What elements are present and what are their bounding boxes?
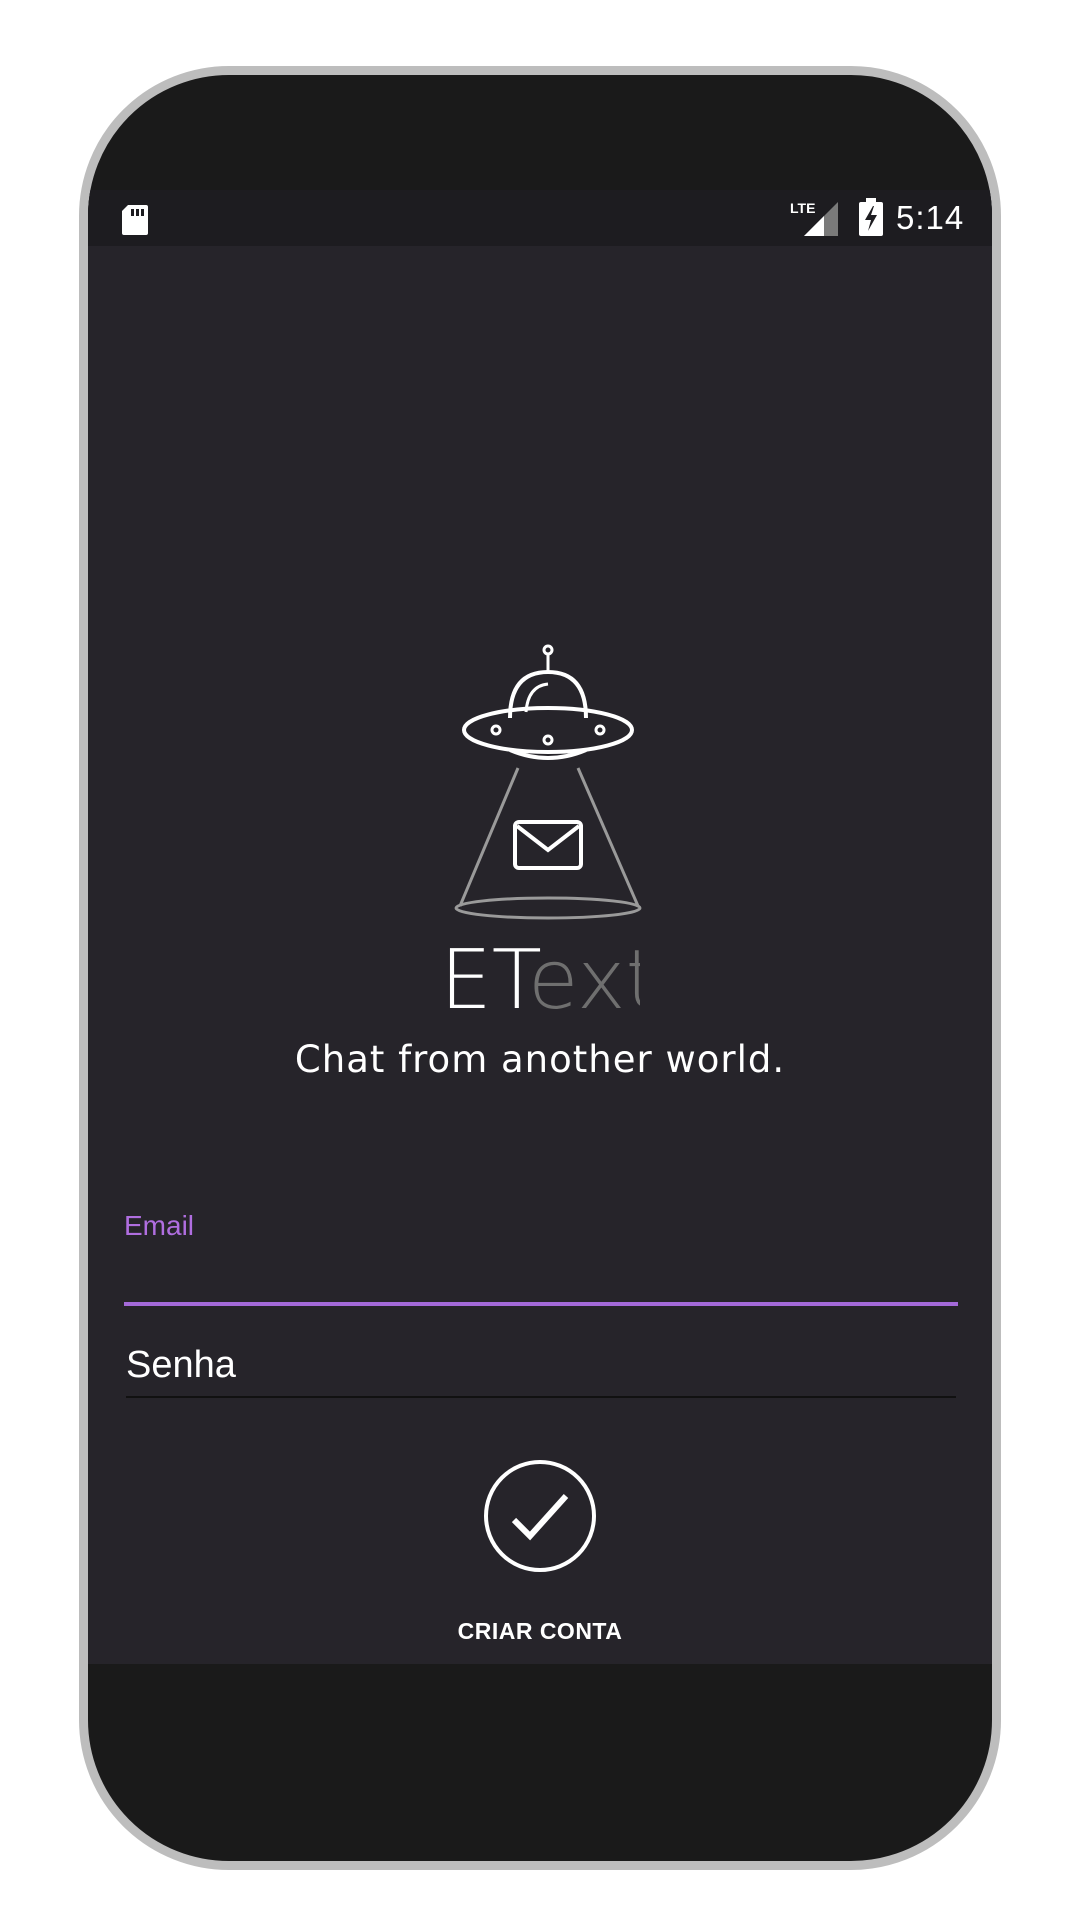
email-field-label: Email [124, 1210, 195, 1241]
app-screen: LTE 5:14 ETex Chat from another world. E… [88, 190, 992, 1664]
status-bar: LTE 5:14 [88, 190, 992, 246]
password-field[interactable] [126, 1334, 956, 1398]
checkmark-icon [511, 1493, 569, 1541]
sd-card-icon [122, 205, 148, 235]
login-submit-button[interactable] [484, 1460, 596, 1572]
svg-text:LTE: LTE [790, 200, 815, 216]
lte-signal-icon: LTE [790, 200, 838, 236]
brand-logo: EText [440, 938, 640, 1018]
phone-frame: LTE 5:14 ETex Chat from another world. E… [79, 66, 1001, 1870]
status-time: 5:14 [896, 199, 965, 236]
svg-text:EText: EText [440, 938, 640, 1018]
email-field[interactable] [124, 1250, 958, 1306]
tagline: Chat from another world. [294, 1038, 786, 1081]
battery-charging-icon [859, 198, 883, 236]
create-account-button[interactable]: CRIAR CONTA [88, 1618, 992, 1645]
ufo-envelope-icon [454, 644, 642, 920]
